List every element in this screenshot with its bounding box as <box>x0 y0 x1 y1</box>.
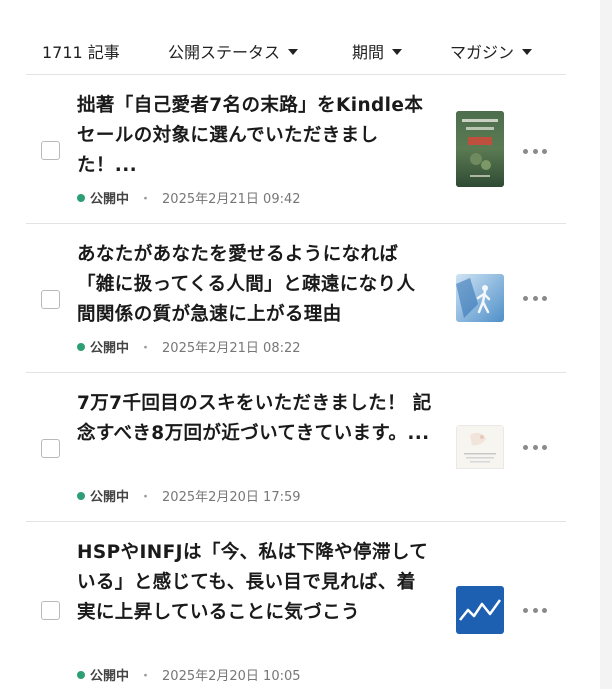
dot-icon <box>542 148 547 154</box>
article-meta: 公開中 ・ 2025年2月21日 09:42 <box>77 188 301 207</box>
status-dot-icon <box>77 342 85 351</box>
dot-icon <box>532 444 538 450</box>
scrollbar-track[interactable] <box>600 0 612 689</box>
article-list-panel: 1711 記事 公開ステータス 期間 マガジン 拙著「自己愛者7名の末路」をKi… <box>26 0 566 692</box>
article-count: 1711 記事 <box>42 43 120 62</box>
filter-bar: 1711 記事 公開ステータス 期間 マガジン <box>26 0 566 75</box>
article-title[interactable]: 7万7千回目のスキをいただきました！ 記念すべき8万回が近づいてきています。..… <box>77 389 433 449</box>
more-options-button[interactable] <box>523 290 547 306</box>
filter-magazine-dropdown[interactable]: マガジン <box>450 39 533 63</box>
dot-icon <box>542 295 547 301</box>
more-options-button[interactable] <box>523 143 547 159</box>
dot-icon <box>532 148 538 154</box>
article-meta: 公開中 ・ 2025年2月20日 17:59 <box>77 486 301 505</box>
article-date: 2025年2月21日 08:22 <box>162 341 301 356</box>
dot-icon <box>523 295 528 301</box>
article-select-checkbox[interactable] <box>41 141 60 160</box>
status-dot-icon <box>77 491 85 500</box>
status-badge: 公開中 <box>90 669 130 684</box>
filter-status-label: 公開ステータス <box>168 43 281 62</box>
status-dot-icon <box>77 193 85 202</box>
status-badge: 公開中 <box>90 341 130 356</box>
article-row: 拙著「自己愛者7名の末路」をKindle本セールの対象に選んでいただきました！.… <box>26 75 566 224</box>
dot-icon <box>532 295 538 301</box>
status-dot-icon <box>77 670 85 679</box>
screenshot-thumbnail-icon[interactable] <box>456 425 504 473</box>
filter-status-dropdown[interactable]: 公開ステータス <box>168 39 299 63</box>
article-date: 2025年2月20日 10:05 <box>162 669 301 684</box>
dot-icon <box>523 148 528 154</box>
walking-person-icon[interactable] <box>456 274 504 322</box>
article-select-checkbox[interactable] <box>41 601 60 620</box>
filter-period-label: 期間 <box>352 43 385 62</box>
meta-separator: ・ <box>139 341 153 356</box>
article-title[interactable]: HSPやINFJは「今、私は下降や停滞している」と感じても、長い目で見れば、着実… <box>77 538 433 628</box>
dot-icon <box>542 444 547 450</box>
caret-down-icon <box>522 49 533 55</box>
dot-icon <box>542 607 547 613</box>
article-row: あなたがあなたを愛せるようになれば「雑に扱ってくる人間」と疎遠になり人間関係の質… <box>26 224 566 373</box>
article-select-checkbox[interactable] <box>41 290 60 309</box>
article-meta: 公開中 ・ 2025年2月20日 10:05 <box>77 665 301 684</box>
more-options-button[interactable] <box>523 602 547 618</box>
dot-icon <box>532 607 538 613</box>
article-select-checkbox[interactable] <box>41 439 60 458</box>
article-row: HSPやINFJは「今、私は下降や停滞している」と感じても、長い目で見れば、着実… <box>26 522 566 692</box>
line-chart-icon[interactable] <box>456 586 504 634</box>
filter-period-dropdown[interactable]: 期間 <box>352 39 403 63</box>
caret-down-icon <box>392 49 403 55</box>
dot-icon <box>523 444 528 450</box>
meta-separator: ・ <box>139 490 153 505</box>
article-date: 2025年2月21日 09:42 <box>162 192 301 207</box>
dot-icon <box>523 607 528 613</box>
article-title[interactable]: あなたがあなたを愛せるようになれば「雑に扱ってくる人間」と疎遠になり人間関係の質… <box>77 240 433 330</box>
status-badge: 公開中 <box>90 490 130 505</box>
filter-magazine-label: マガジン <box>450 43 515 62</box>
meta-separator: ・ <box>139 192 153 207</box>
more-options-button[interactable] <box>523 439 547 455</box>
status-badge: 公開中 <box>90 192 130 207</box>
book-cover-icon[interactable] <box>456 111 504 187</box>
meta-separator: ・ <box>139 669 153 684</box>
article-date: 2025年2月20日 17:59 <box>162 490 301 505</box>
caret-down-icon <box>288 49 299 55</box>
article-meta: 公開中 ・ 2025年2月21日 08:22 <box>77 337 301 356</box>
article-row: 7万7千回目のスキをいただきました！ 記念すべき8万回が近づいてきています。..… <box>26 373 566 522</box>
article-title[interactable]: 拙著「自己愛者7名の末路」をKindle本セールの対象に選んでいただきました！.… <box>77 91 433 181</box>
